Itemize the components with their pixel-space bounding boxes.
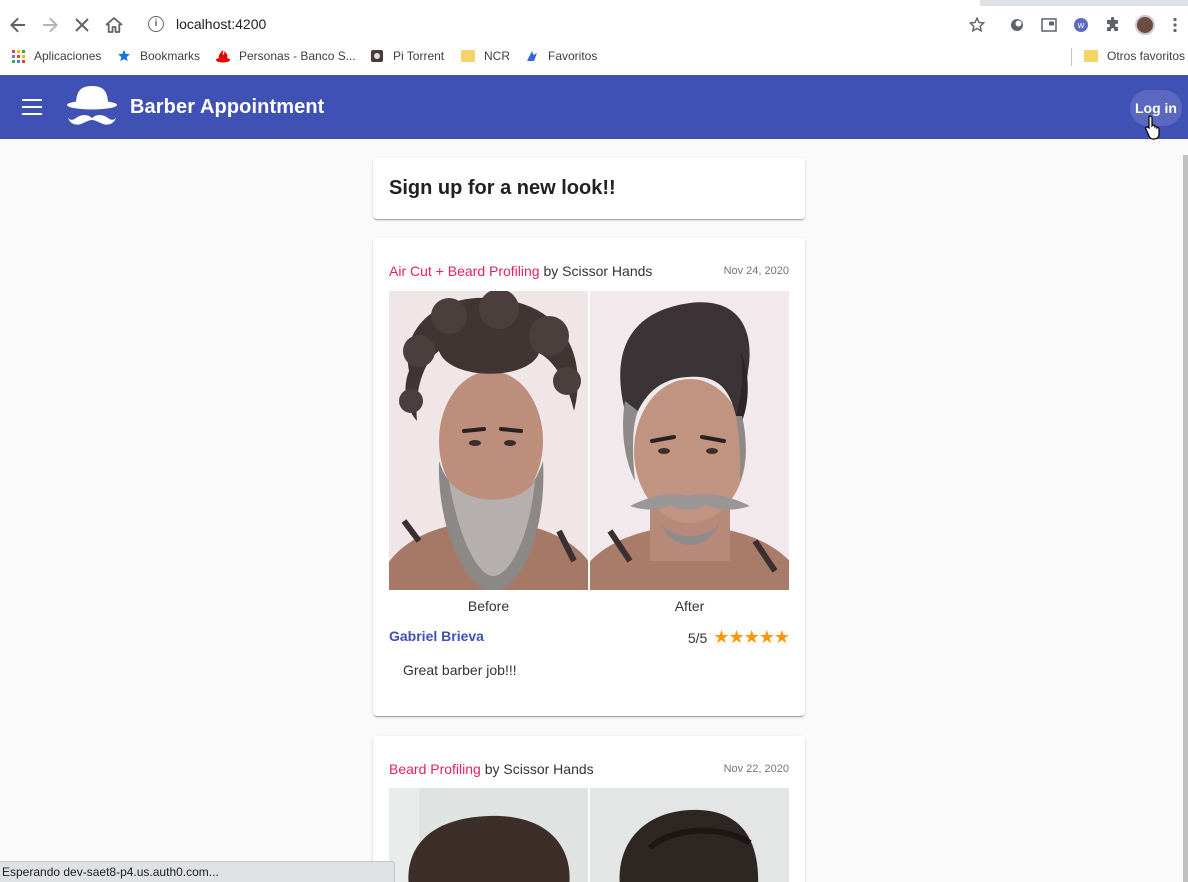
post-author-link[interactable]: Gabriel Brieva (389, 628, 484, 644)
reader-mode-icon[interactable] (1036, 12, 1062, 38)
post-card: Beard Profiling by Scissor Hands Nov 22,… (373, 736, 805, 882)
site-info-icon[interactable]: i (148, 16, 164, 32)
app-title[interactable]: Barber Appointment (130, 96, 324, 119)
post-barber: by Scissor Hands (480, 761, 594, 777)
rating-value: 5/5 (687, 629, 708, 646)
bookmark-label: NCR (484, 49, 510, 63)
signup-title: Sign up for a new look!! (389, 177, 616, 199)
bookmark-aplicaciones[interactable]: Aplicaciones (10, 48, 101, 64)
rating-stars-icon: ★★★★★ (713, 627, 790, 647)
favoritos-icon (524, 48, 540, 64)
torrent-icon (369, 48, 385, 64)
after-label: After (674, 598, 705, 614)
folder-icon (1083, 48, 1099, 64)
back-arrow-icon[interactable] (5, 12, 31, 38)
bookmark-otros-favoritos[interactable]: Otros favoritos (1083, 48, 1185, 64)
address-bar[interactable]: i localhost:4200 (138, 8, 1008, 40)
browser-toolbar: i localhost:4200 W (0, 8, 1188, 42)
extension-circle-icon[interactable] (1004, 12, 1030, 38)
bookmark-label: Pi Torrent (393, 49, 445, 63)
post-service: Beard Profiling (389, 761, 481, 777)
forward-arrow-icon[interactable] (37, 12, 63, 38)
before-photo (389, 788, 588, 882)
extension-badge-icon[interactable]: W (1068, 12, 1094, 38)
post-card: Air Cut + Beard Profiling by Scissor Han… (373, 238, 805, 716)
post-barber: by Scissor Hands (539, 263, 653, 279)
signup-card: Sign up for a new look!! (373, 158, 805, 219)
bookmark-personas-banco[interactable]: Personas - Banco S... (215, 48, 356, 64)
barber-logo-icon (67, 86, 117, 125)
browser-status-bar: Esperando dev-saet8-p4.us.auth0.com... (0, 861, 395, 882)
puzzle-icon[interactable] (1100, 12, 1126, 38)
bookmark-bookmarks[interactable]: Bookmarks (116, 48, 200, 64)
bookmark-label: Aplicaciones (34, 49, 102, 63)
after-photo (590, 291, 789, 590)
post-rating: 5/5 ★★★★★ (687, 627, 790, 648)
svg-text:W: W (1078, 22, 1085, 30)
bookmark-pi-torrent[interactable]: Pi Torrent (369, 48, 444, 64)
before-photo (389, 291, 588, 590)
bookmarks-divider (1071, 48, 1072, 66)
post-date: Nov 22, 2020 (723, 763, 789, 775)
address-url: localhost:4200 (176, 16, 267, 32)
folder-icon (460, 48, 476, 64)
bookmark-label: Personas - Banco S... (239, 49, 356, 63)
bookmark-label: Otros favoritos (1107, 49, 1186, 63)
bookmark-star-icon[interactable] (964, 12, 990, 38)
page-scrollbar[interactable] (1183, 155, 1188, 882)
before-label: Before (467, 598, 510, 614)
kebab-menu-icon[interactable] (1162, 12, 1188, 38)
santander-icon (215, 48, 231, 64)
profile-avatar-icon[interactable] (1132, 12, 1158, 38)
after-photo (590, 788, 789, 882)
bookmark-ncr[interactable]: NCR (460, 48, 510, 64)
apps-grid-icon (10, 48, 26, 64)
hand-cursor-icon (1144, 115, 1160, 140)
post-date: Nov 24, 2020 (723, 265, 789, 277)
bookmark-favoritos[interactable]: Favoritos (524, 48, 597, 64)
bookmark-label: Favoritos (548, 49, 598, 63)
stop-loading-icon[interactable] (69, 12, 95, 38)
star-icon (116, 48, 132, 64)
post-comment: Great barber job!!! (403, 662, 517, 678)
bookmark-label: Bookmarks (140, 49, 201, 63)
tab-strip (0, 0, 1188, 6)
bookmarks-bar: Aplicaciones Bookmarks Personas - Banco … (0, 44, 1188, 68)
toolbar-actions: W (964, 12, 1188, 38)
app-toolbar: Barber Appointment Log in (0, 75, 1188, 139)
post-heading: Air Cut + Beard Profiling by Scissor Han… (389, 263, 652, 279)
post-service: Air Cut + Beard Profiling (389, 263, 540, 279)
hamburger-menu-icon[interactable] (22, 99, 42, 115)
home-icon[interactable] (101, 12, 127, 38)
post-heading: Beard Profiling by Scissor Hands (389, 761, 594, 777)
browser-chrome: i localhost:4200 W Aplicaciones Bookmark… (0, 0, 1188, 75)
